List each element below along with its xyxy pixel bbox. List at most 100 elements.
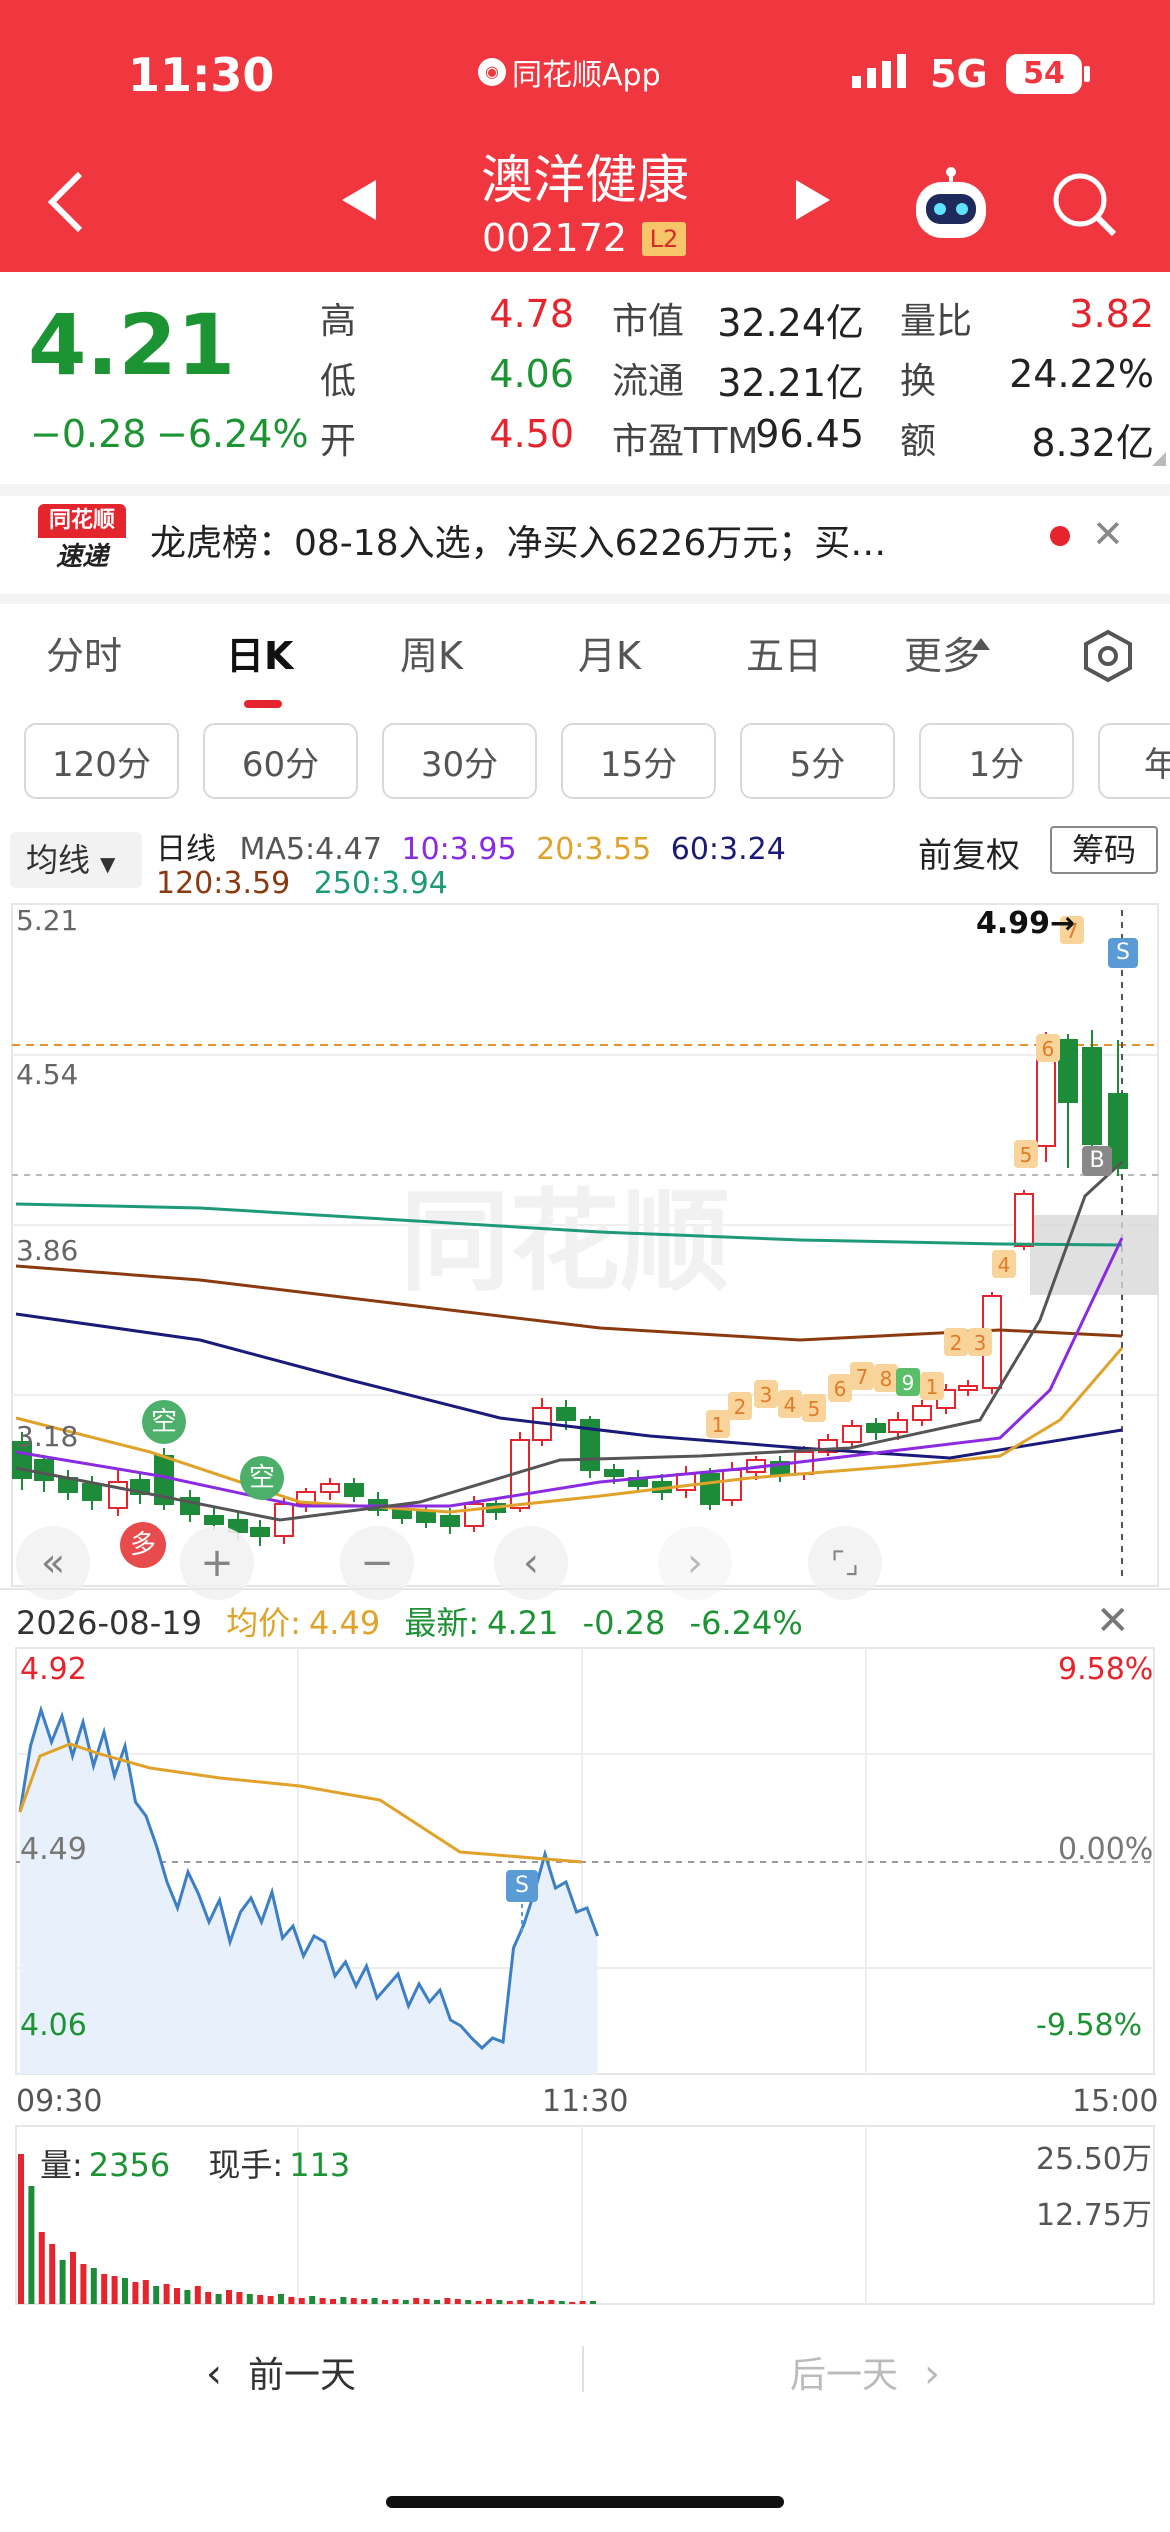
indicator-select[interactable]: 均线 ▼	[10, 832, 142, 888]
ma5-legend: MA5:4.47	[239, 832, 382, 867]
volume-bar	[80, 2264, 87, 2304]
volume-bar	[49, 2244, 56, 2304]
stat-label: 市盈TTM	[612, 421, 759, 462]
volume-bar	[558, 2301, 565, 2304]
intraday-info: 2026-08-19 均价: 4.49 最新: 4.21 -0.28 -6.24%	[16, 1598, 803, 1644]
settings-icon[interactable]	[1080, 628, 1136, 688]
candle-body	[842, 1425, 862, 1443]
candle-body	[1082, 1047, 1102, 1145]
ma10-legend: 10:3.95	[401, 832, 517, 867]
minus-icon: −	[360, 1540, 394, 1586]
next-day-button[interactable]: 后一天 ›	[790, 2346, 940, 2398]
volume-bar	[569, 2302, 576, 2304]
volume-bar	[392, 2299, 399, 2304]
stat-value: 24.22%	[1009, 352, 1154, 396]
volume-bar	[382, 2300, 388, 2304]
y-label-3: 3.86	[16, 1234, 79, 1267]
stat-value: 4.06	[489, 352, 574, 396]
empty-signal-badge[interactable]: 空	[142, 1400, 186, 1444]
close-icon[interactable]: ✕	[1092, 512, 1124, 556]
expand-corner-icon[interactable]	[1152, 452, 1166, 466]
tab-4[interactable]: 五日	[746, 625, 822, 680]
candle-body	[204, 1515, 224, 1525]
tab-2[interactable]: 周K	[400, 625, 463, 680]
period-pill-4[interactable]: 5分	[740, 723, 895, 799]
sell-badge[interactable]: S	[1108, 938, 1138, 968]
chip-button[interactable]: 筹码	[1050, 826, 1158, 874]
volume-top: 25.50万	[1036, 2142, 1152, 2177]
period-pill-6[interactable]: 年	[1098, 723, 1170, 799]
time-start: 09:30	[16, 2084, 103, 2119]
candle-body	[866, 1423, 886, 1433]
volume-bar	[454, 2299, 461, 2304]
count-badge: 2	[734, 1395, 747, 1419]
tab-0[interactable]: 分时	[46, 625, 122, 680]
stock-name: 澳洋健康	[480, 151, 689, 211]
price-cursor-box	[1030, 1215, 1158, 1295]
count-badge: 1	[712, 1413, 725, 1437]
volume-bar	[257, 2295, 264, 2304]
period-pill-2[interactable]: 30分	[382, 723, 537, 799]
volume-bar	[538, 2301, 544, 2304]
prev-day-button[interactable]: ‹ 前一天	[206, 2346, 356, 2398]
current-price: 4.21	[28, 296, 236, 394]
count-badge: 1	[926, 1375, 939, 1399]
pct-mid: 0.00%	[1058, 1832, 1154, 1867]
tab-5[interactable]: 更多	[904, 625, 980, 680]
stat-value: 8.32亿	[1031, 421, 1154, 465]
active-tab-indicator	[244, 700, 282, 708]
period-pill-3[interactable]: 15分	[561, 723, 716, 799]
long-signal-badge[interactable]: 多	[120, 1522, 166, 1568]
app-logo-icon: ◉	[478, 58, 506, 86]
intraday-chart[interactable]	[0, 1646, 1170, 2080]
volume-bar	[194, 2286, 201, 2304]
search-icon[interactable]	[1050, 170, 1118, 242]
volume-bar	[163, 2284, 170, 2304]
volume-bar	[517, 2300, 524, 2304]
intraday-change-pct: -6.24%	[689, 1604, 803, 1642]
tab-3[interactable]: 月K	[578, 625, 641, 680]
tab-1[interactable]: 日K	[226, 625, 293, 680]
buy-badge[interactable]: B	[1082, 1146, 1112, 1176]
volume-bar	[278, 2294, 284, 2304]
intraday-date: 2026-08-19	[16, 1604, 202, 1642]
double-chevron-left-icon: «	[40, 1540, 66, 1586]
volume-bar	[340, 2297, 347, 2304]
close-intraday-icon[interactable]: ✕	[1096, 1598, 1130, 1644]
candle-body	[1058, 1039, 1078, 1103]
news-text[interactable]: 龙虎榜：08-18入选，净买入6226万元；买…	[150, 514, 1020, 566]
intraday-y-top: 4.92	[20, 1652, 87, 1687]
stat-label: 流通	[612, 361, 685, 402]
count-badge: 3	[760, 1383, 773, 1407]
volume-bar	[350, 2298, 357, 2304]
status-time: 11:30	[128, 48, 275, 102]
kline-chart[interactable]: 同花顺 12 3 4 56 7 8 9 12 34567	[0, 900, 1170, 1590]
volume-bar	[309, 2296, 316, 2304]
chevron-down-icon: ▼	[100, 852, 116, 876]
next-stock-icon[interactable]	[796, 180, 832, 224]
volume-mid: 12.75万	[1036, 2198, 1152, 2233]
hand-label: 现手:	[208, 2146, 284, 2184]
period-pill-1[interactable]: 60分	[203, 723, 358, 799]
stat-value: 96.45	[755, 412, 864, 456]
adjust-mode[interactable]: 前复权	[918, 828, 1020, 877]
pct-top: 9.58%	[1058, 1652, 1154, 1687]
volume-bar	[298, 2298, 305, 2304]
count-badge: 7	[856, 1365, 869, 1389]
period-pill-0[interactable]: 120分	[24, 723, 179, 799]
volume-bar	[496, 2300, 503, 2304]
intraday-sell-badge[interactable]: S	[506, 1870, 538, 1902]
volume-bar	[371, 2298, 378, 2304]
robot-assistant-icon[interactable]	[910, 166, 992, 246]
intraday-y-mid: 4.49	[20, 1832, 87, 1867]
network-type: 5G	[930, 52, 988, 96]
candle-body	[1014, 1193, 1034, 1247]
stat-value: 4.78	[489, 292, 574, 336]
empty-signal-badge[interactable]: 空	[240, 1456, 284, 1500]
candle-body	[392, 1509, 412, 1519]
ma-legend-row1: 日线 MA5:4.47 10:3.95 20:3.55 60:3.24	[156, 824, 786, 868]
news-logo-top: 同花顺	[38, 504, 126, 538]
volume-bar	[59, 2260, 66, 2304]
volume-bar	[548, 2300, 555, 2304]
period-pill-5[interactable]: 1分	[919, 723, 1074, 799]
